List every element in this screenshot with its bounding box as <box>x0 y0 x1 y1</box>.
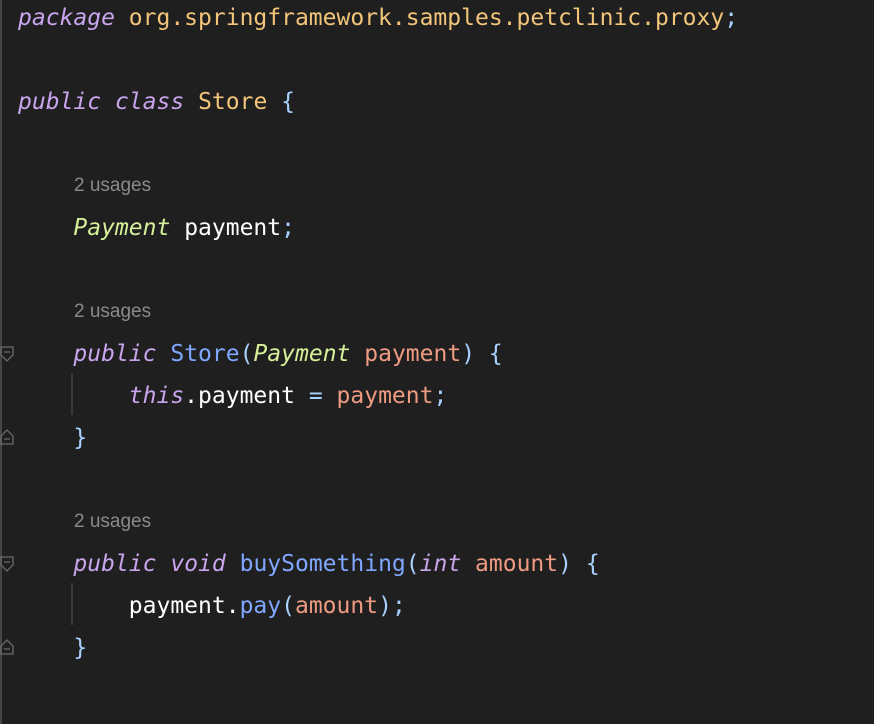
fold-close-icon[interactable] <box>0 429 14 445</box>
fold-open-icon[interactable] <box>0 556 14 572</box>
usages-inlay-hint[interactable]: 2 usages <box>74 300 151 324</box>
code-editor[interactable]: package org.springframework.samples.petc… <box>0 0 874 724</box>
parameter-name[interactable]: payment <box>364 341 461 367</box>
open-paren: ( <box>239 341 254 367</box>
keyword-package: package <box>18 5 115 31</box>
equals-operator: = <box>308 383 323 409</box>
type-name[interactable]: Payment <box>73 215 170 241</box>
code-line-constructor[interactable]: public Store(Payment payment) { <box>18 339 503 369</box>
dot: . <box>225 593 240 619</box>
method-name[interactable]: buySomething <box>240 551 406 577</box>
open-brace: { <box>488 341 503 367</box>
keyword-public: public <box>18 89 102 115</box>
dot: . <box>184 383 199 409</box>
code-line-package[interactable]: package org.springframework.samples.petc… <box>18 3 738 33</box>
keyword-int: int <box>419 551 462 577</box>
open-paren: ( <box>281 593 295 619</box>
code-line-closing-brace[interactable]: } <box>18 633 87 663</box>
keyword-public: public <box>73 341 157 367</box>
fold-close-icon[interactable] <box>0 639 14 655</box>
close-paren: ) <box>461 341 476 367</box>
keyword-public: public <box>73 551 157 577</box>
semicolon: ; <box>724 5 739 31</box>
gutter-divider <box>0 0 2 724</box>
close-brace: } <box>73 425 88 451</box>
keyword-class: class <box>114 89 185 115</box>
class-name[interactable]: Store <box>198 89 267 115</box>
open-brace: { <box>585 551 600 577</box>
package-name: org.springframework.samples.petclinic.pr… <box>128 5 725 31</box>
code-line-class-declaration[interactable]: public class Store { <box>18 87 295 117</box>
close-paren: ) <box>558 551 572 577</box>
keyword-this: this <box>128 383 185 409</box>
keyword-void: void <box>170 551 226 577</box>
code-line-field[interactable]: Payment payment; <box>18 213 295 243</box>
field-name[interactable]: payment <box>129 593 226 619</box>
argument-name[interactable]: amount <box>295 593 378 619</box>
open-paren: ( <box>405 551 420 577</box>
open-brace: { <box>281 89 296 115</box>
code-line-method-call[interactable]: payment.pay(amount); <box>18 591 406 621</box>
semicolon: ; <box>391 593 406 619</box>
usages-inlay-hint[interactable]: 2 usages <box>74 510 151 534</box>
code-line-closing-brace[interactable]: } <box>18 423 87 453</box>
semicolon: ; <box>433 383 448 409</box>
code-line-assignment[interactable]: this.payment = payment; <box>18 381 448 411</box>
parameter-name[interactable]: amount <box>475 551 558 577</box>
field-name[interactable]: payment <box>184 215 281 241</box>
type-name[interactable]: Payment <box>253 341 350 367</box>
field-name[interactable]: payment <box>198 383 295 409</box>
method-name[interactable]: pay <box>240 593 282 619</box>
constructor-name[interactable]: Store <box>170 341 239 367</box>
close-paren: ) <box>378 593 392 619</box>
parameter-name[interactable]: payment <box>337 383 434 409</box>
usages-inlay-hint[interactable]: 2 usages <box>74 174 151 198</box>
fold-open-icon[interactable] <box>0 346 14 362</box>
close-brace: } <box>73 635 88 661</box>
semicolon: ; <box>281 215 295 241</box>
code-line-method-declaration[interactable]: public void buySomething(int amount) { <box>18 549 600 579</box>
